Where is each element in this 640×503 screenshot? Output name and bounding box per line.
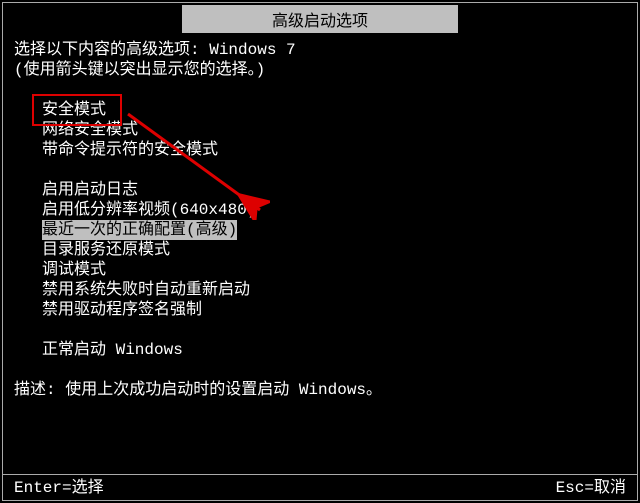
option-disable-auto-restart[interactable]: 禁用系统失败时自动重新启动 xyxy=(14,280,626,300)
option-low-res-video[interactable]: 启用低分辨率视频(640x480) xyxy=(14,200,626,220)
spacer xyxy=(14,160,626,180)
title-text: 高级启动选项 xyxy=(272,13,368,31)
spacer xyxy=(14,80,626,100)
spacer xyxy=(14,320,626,340)
option-safe-mode-networking[interactable]: 网络安全模式 xyxy=(14,120,626,140)
intro-line-2: (使用箭头键以突出显示您的选择。) xyxy=(14,60,626,80)
description-line: 描述: 使用上次成功启动时的设置启动 Windows。 xyxy=(14,380,626,400)
option-debug-mode[interactable]: 调试模式 xyxy=(14,260,626,280)
footer-enter-hint: Enter=选择 xyxy=(14,473,104,497)
intro-line-1: 选择以下内容的高级选项: Windows 7 xyxy=(14,40,626,60)
option-ds-restore[interactable]: 目录服务还原模式 xyxy=(14,240,626,260)
title-bar: 高级启动选项 xyxy=(182,5,458,33)
option-safe-mode[interactable]: 安全模式 xyxy=(14,100,626,120)
option-disable-driver-sig[interactable]: 禁用驱动程序签名强制 xyxy=(14,300,626,320)
option-safe-mode-cmd[interactable]: 带命令提示符的安全模式 xyxy=(14,140,626,160)
option-boot-logging[interactable]: 启用启动日志 xyxy=(14,180,626,200)
option-last-known-good[interactable]: 最近一次的正确配置(高级) xyxy=(14,220,626,240)
option-start-normally[interactable]: 正常启动 Windows xyxy=(14,340,626,360)
selected-option: 最近一次的正确配置(高级) xyxy=(42,220,237,240)
spacer xyxy=(14,360,626,380)
content-area: 选择以下内容的高级选项: Windows 7 (使用箭头键以突出显示您的选择。)… xyxy=(14,40,626,400)
footer-bar: Enter=选择 Esc=取消 xyxy=(14,473,626,497)
footer-esc-hint: Esc=取消 xyxy=(556,473,626,497)
